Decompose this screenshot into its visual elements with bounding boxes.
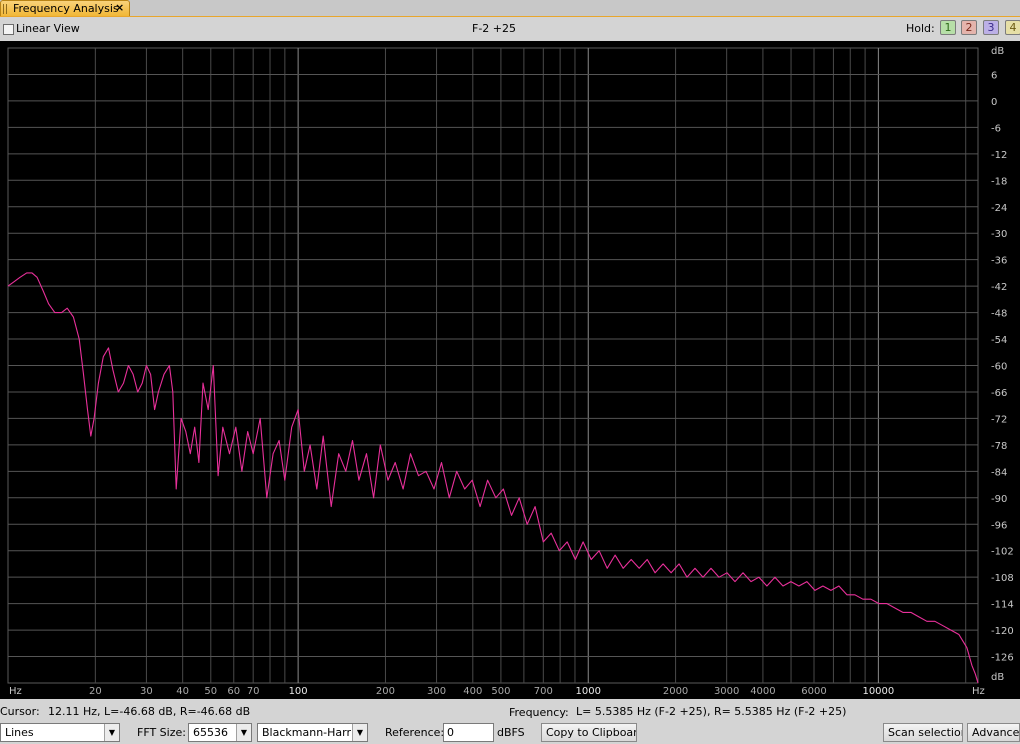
plot-type-value: Lines xyxy=(5,726,34,739)
y-tick-label: -42 xyxy=(991,282,1007,293)
cursor-value: 12.11 Hz, L=-46.68 dB, R=-46.68 dB xyxy=(48,705,251,718)
y-tick-label: -48 xyxy=(991,309,1007,320)
window-function-value: Blackmann-Harris xyxy=(262,726,360,739)
y-tick-label: -18 xyxy=(991,176,1007,187)
spectrum-plot[interactable]: 6 0 -6 -12 -18 -24 -30 -36 -42 -48 -54 -60 -66 -72 -78… xyxy=(0,41,1020,699)
fft-size-value: 65536 xyxy=(193,726,228,739)
chevron-down-icon: ▼ xyxy=(352,724,367,741)
x-tick-label: 50 xyxy=(204,686,217,697)
x-tick-label: 4000 xyxy=(750,686,775,697)
y-tick-label: -60 xyxy=(991,362,1007,373)
copy-to-clipboard-button[interactable]: Copy to Clipboard xyxy=(541,723,637,742)
y-tick-label: -90 xyxy=(991,494,1007,505)
linear-view-label: Linear View xyxy=(16,22,80,35)
x-unit-label-right: Hz xyxy=(972,686,985,697)
spectrum-chart: 60-6-12-18-24-30-36-42-48-54-60-66-72-78… xyxy=(7,41,1020,699)
y-tick-label: -108 xyxy=(991,573,1014,584)
chevron-down-icon: ▼ xyxy=(104,724,119,741)
hold-label: Hold: xyxy=(906,22,935,35)
hold-button-1[interactable]: 1 xyxy=(940,20,956,35)
hold-button-3[interactable]: 3 xyxy=(983,20,999,35)
x-tick-label: 300 xyxy=(427,686,446,697)
hold-button-2[interactable]: 2 xyxy=(961,20,977,35)
linear-view-checkbox[interactable] xyxy=(3,24,14,35)
reference-input[interactable] xyxy=(443,723,494,742)
cursor-label: Cursor: xyxy=(0,705,40,718)
grip-icon xyxy=(3,4,9,14)
y-tick-label: -54 xyxy=(991,335,1007,346)
controls-bar: Lines ▼ FFT Size: 65536 ▼ Blackmann-Harr… xyxy=(0,722,1020,744)
y-tick-label: 0 xyxy=(991,97,997,108)
y-tick-label: -66 xyxy=(991,388,1007,399)
x-tick-label: 10000 xyxy=(862,686,894,697)
x-tick-label: 1000 xyxy=(576,686,601,697)
x-tick-label: 30 xyxy=(140,686,153,697)
x-tick-label: 70 xyxy=(247,686,260,697)
y-tick-label: -120 xyxy=(991,626,1014,637)
scan-selection-button[interactable]: Scan selection xyxy=(883,723,963,742)
window-function-dropdown[interactable]: Blackmann-Harris ▼ xyxy=(257,723,368,742)
y-tick-label: -96 xyxy=(991,520,1007,531)
x-tick-label: 100 xyxy=(289,686,308,697)
channel-label: F-2 +25 xyxy=(472,22,517,35)
plot-type-dropdown[interactable]: Lines ▼ xyxy=(0,723,120,742)
x-tick-label: 60 xyxy=(227,686,240,697)
frequency-label: Frequency: xyxy=(509,706,569,719)
close-icon[interactable]: × xyxy=(115,1,124,14)
reference-label: Reference: xyxy=(385,726,445,739)
x-tick-label: 700 xyxy=(534,686,553,697)
y-tick-label: -24 xyxy=(991,203,1007,214)
fft-size-dropdown[interactable]: 65536 ▼ xyxy=(188,723,252,742)
y-tick-label: 6 xyxy=(991,70,997,81)
frequency-value: L= 5.5385 Hz (F-2 +25), R= 5.5385 Hz (F-… xyxy=(576,705,847,718)
y-unit-label-top: dB xyxy=(991,46,1004,57)
advanced-button[interactable]: Advanced xyxy=(967,723,1020,742)
y-tick-label: -72 xyxy=(991,414,1007,425)
y-tick-label: -114 xyxy=(991,600,1014,611)
y-tick-label: -102 xyxy=(991,547,1014,558)
y-tick-label: -12 xyxy=(991,150,1007,161)
y-tick-label: -36 xyxy=(991,256,1007,267)
x-unit-label-left: Hz xyxy=(9,686,22,697)
y-unit-label-bottom: dB xyxy=(991,672,1004,683)
y-tick-label: -126 xyxy=(991,653,1014,664)
x-tick-label: 2000 xyxy=(663,686,688,697)
y-tick-label: -6 xyxy=(991,123,1001,134)
y-tick-label: -84 xyxy=(991,467,1007,478)
top-toolbar: Linear View F-2 +25 Hold: 1 2 3 4 xyxy=(0,17,1020,41)
chevron-down-icon: ▼ xyxy=(236,724,251,741)
x-tick-label: 3000 xyxy=(714,686,739,697)
x-tick-label: 500 xyxy=(491,686,510,697)
x-tick-label: 200 xyxy=(376,686,395,697)
reference-unit: dBFS xyxy=(497,726,525,739)
y-tick-label: -30 xyxy=(991,229,1007,240)
x-tick-label: 6000 xyxy=(801,686,826,697)
y-tick-label: -78 xyxy=(991,441,1007,452)
x-tick-label: 400 xyxy=(463,686,482,697)
fft-size-label: FFT Size: xyxy=(137,726,186,739)
x-tick-label: 40 xyxy=(176,686,189,697)
tab-frequency-analysis[interactable]: Frequency Analysis × xyxy=(0,0,130,16)
tab-title: Frequency Analysis xyxy=(13,2,119,15)
x-tick-label: 20 xyxy=(89,686,102,697)
hold-button-4[interactable]: 4 xyxy=(1005,20,1020,35)
tab-strip: Frequency Analysis × xyxy=(0,0,1020,17)
status-bar: Cursor: 12.11 Hz, L=-46.68 dB, R=-46.68 … xyxy=(0,701,1020,721)
